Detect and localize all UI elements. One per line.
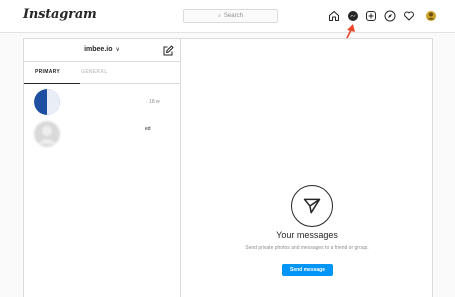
chevron-down-icon: ∨: [115, 47, 120, 53]
sidebar-header: imbee.io ∨: [24, 39, 180, 62]
send-message-button[interactable]: Send message: [282, 264, 333, 276]
new-post-icon[interactable]: [364, 9, 378, 23]
inbox-tabs: PRIMARY GENERAL: [24, 63, 180, 84]
messages-empty-state: Your messages Send private photos and me…: [181, 39, 433, 297]
redacted-conversation-text: [62, 93, 152, 111]
conversation-status: ed: [145, 126, 151, 132]
paper-plane-icon: [291, 185, 333, 227]
tab-primary[interactable]: PRIMARY: [35, 69, 60, 75]
tab-general[interactable]: GENERAL: [81, 69, 108, 75]
messenger-icon[interactable]: [346, 9, 360, 23]
top-navigation-bar: Instagram ⌕ Search: [0, 0, 455, 33]
activity-heart-icon[interactable]: [402, 9, 416, 23]
avatar: [34, 89, 60, 115]
conversation-item[interactable]: ed: [24, 119, 180, 149]
account-name: imbee.io: [84, 46, 113, 53]
home-icon[interactable]: [327, 9, 341, 23]
active-tab-indicator: [24, 83, 80, 84]
empty-state-title: Your messages: [276, 230, 338, 240]
avatar: [34, 121, 60, 147]
redacted-conversation-text: [62, 125, 152, 143]
compose-icon[interactable]: [162, 44, 174, 56]
direct-inbox-panel: imbee.io ∨ PRIMARY GENERAL · 18 w ed You…: [23, 38, 433, 297]
account-switcher[interactable]: imbee.io ∨: [24, 46, 180, 53]
empty-state-subtitle: Send private photos and messages to a fr…: [245, 245, 369, 251]
conversation-timestamp: · 18 w: [146, 99, 160, 105]
profile-avatar[interactable]: [424, 9, 438, 23]
conversation-item[interactable]: · 18 w: [24, 87, 180, 117]
explore-icon[interactable]: [383, 9, 397, 23]
conversation-sidebar: imbee.io ∨ PRIMARY GENERAL · 18 w ed: [24, 39, 181, 297]
